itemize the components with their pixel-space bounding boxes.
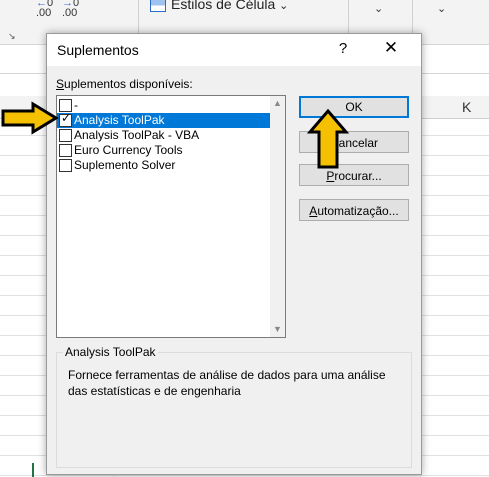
cell-styles-icon <box>150 0 166 12</box>
chevron-down-icon[interactable]: ⌄ <box>374 2 383 15</box>
addin-checkbox[interactable]: ✓ <box>59 111 72 127</box>
description-title: Analysis ToolPak <box>63 345 158 359</box>
arrow-up-icon <box>307 108 349 169</box>
list-item[interactable]: Euro Currency Tools <box>57 143 270 158</box>
listbox-scrollbar[interactable]: ▲ ▼ <box>270 96 285 337</box>
arrow-right-icon <box>1 101 59 135</box>
close-button[interactable]: ✕ <box>379 38 403 58</box>
cell-styles-label: Estilos de Célula <box>171 0 276 12</box>
list-item[interactable]: ✓ Analysis ToolPak <box>57 111 270 128</box>
dialog-launcher-icon[interactable]: ↘ <box>8 31 16 42</box>
checkmark-icon: ✓ <box>61 111 72 125</box>
addins-listbox[interactable]: - ✓ Analysis ToolPak Analysis ToolPak - … <box>56 95 286 338</box>
scroll-up-icon[interactable]: ▲ <box>270 96 285 111</box>
available-addins-label: Suplementos disponíveis: <box>56 77 193 91</box>
addin-checkbox[interactable] <box>59 129 72 142</box>
addin-checkbox[interactable] <box>59 159 72 172</box>
list-item-label: - <box>74 98 78 112</box>
addins-dialog: Suplementos ? ✕ Suplementos disponíveis:… <box>46 33 422 475</box>
scroll-down-icon[interactable]: ▼ <box>270 322 285 337</box>
chevron-down-icon: ⌄ <box>279 0 289 12</box>
list-item-label: Suplemento Solver <box>74 158 176 172</box>
description-text: Fornece ferramentas de análise de dados … <box>68 368 386 398</box>
list-item-label: Euro Currency Tools <box>74 143 183 157</box>
dialog-titlebar[interactable]: Suplementos ? ✕ <box>47 34 421 66</box>
description-group: Analysis ToolPak Fornece ferramentas de … <box>56 345 412 468</box>
list-item-label: Analysis ToolPak <box>74 113 165 127</box>
list-item-label: Analysis ToolPak - VBA <box>74 128 200 142</box>
selected-cell-border <box>32 463 34 477</box>
increase-decimals-icon[interactable]: ←0.00 <box>36 0 53 19</box>
addin-checkbox[interactable] <box>59 144 72 157</box>
decrease-decimals-icon[interactable]: →0.00 <box>62 0 79 19</box>
automation-button[interactable]: Automatização... <box>299 199 409 221</box>
column-header-k[interactable]: K <box>462 99 471 115</box>
cell-styles-button[interactable]: Estilos de Célula ⌄ <box>150 0 288 12</box>
list-item[interactable]: Suplemento Solver <box>57 158 270 173</box>
help-button[interactable]: ? <box>333 40 353 57</box>
list-item[interactable]: - <box>57 98 270 113</box>
list-item[interactable]: Analysis ToolPak - VBA <box>57 128 270 143</box>
chevron-down-icon[interactable]: ⌄ <box>437 2 446 15</box>
dialog-title: Suplementos <box>57 42 139 58</box>
